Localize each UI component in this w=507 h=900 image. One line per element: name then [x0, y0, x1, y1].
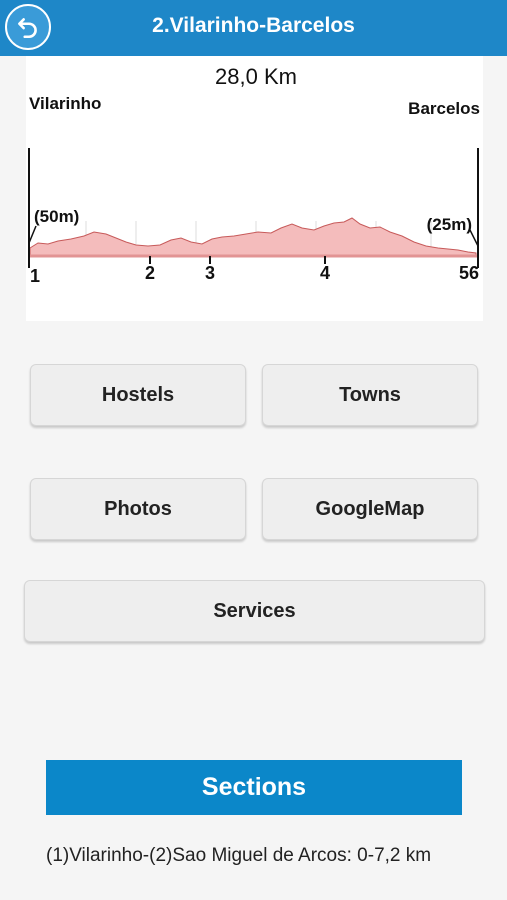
googlemap-button[interactable]: GoogleMap — [262, 478, 478, 540]
elevation-area — [29, 217, 477, 257]
towns-button[interactable]: Towns — [262, 364, 478, 426]
photos-button[interactable]: Photos — [30, 478, 246, 540]
sections-header: Sections — [46, 760, 462, 815]
marker-1: 1 — [30, 266, 40, 286]
start-elevation-label: (50m) — [34, 207, 79, 226]
hostels-button[interactable]: Hostels — [30, 364, 246, 426]
end-elevation-label: (25m) — [427, 215, 472, 234]
end-town-label: Barcelos — [408, 99, 480, 118]
start-town-label: Vilarinho — [29, 94, 101, 113]
marker-3: 3 — [205, 263, 215, 283]
services-button[interactable]: Services — [24, 580, 485, 642]
marker-2: 2 — [145, 263, 155, 283]
marker-56: 56 — [459, 263, 479, 283]
section-item[interactable]: (1)Vilarinho-(2)Sao Miguel de Arcos: 0-7… — [46, 842, 486, 869]
elevation-profile: 28,0 Km Vilarinho Barcelos (50m) (25m) 1… — [26, 56, 483, 321]
marker-4: 4 — [320, 263, 330, 283]
distance-label: 28,0 Km — [215, 64, 297, 89]
page-title: 2.Vilarinho-Barcelos — [152, 14, 355, 37]
app-header: 2.Vilarinho-Barcelos — [0, 0, 507, 56]
back-button[interactable] — [5, 4, 51, 50]
back-arrow-icon — [18, 18, 37, 39]
